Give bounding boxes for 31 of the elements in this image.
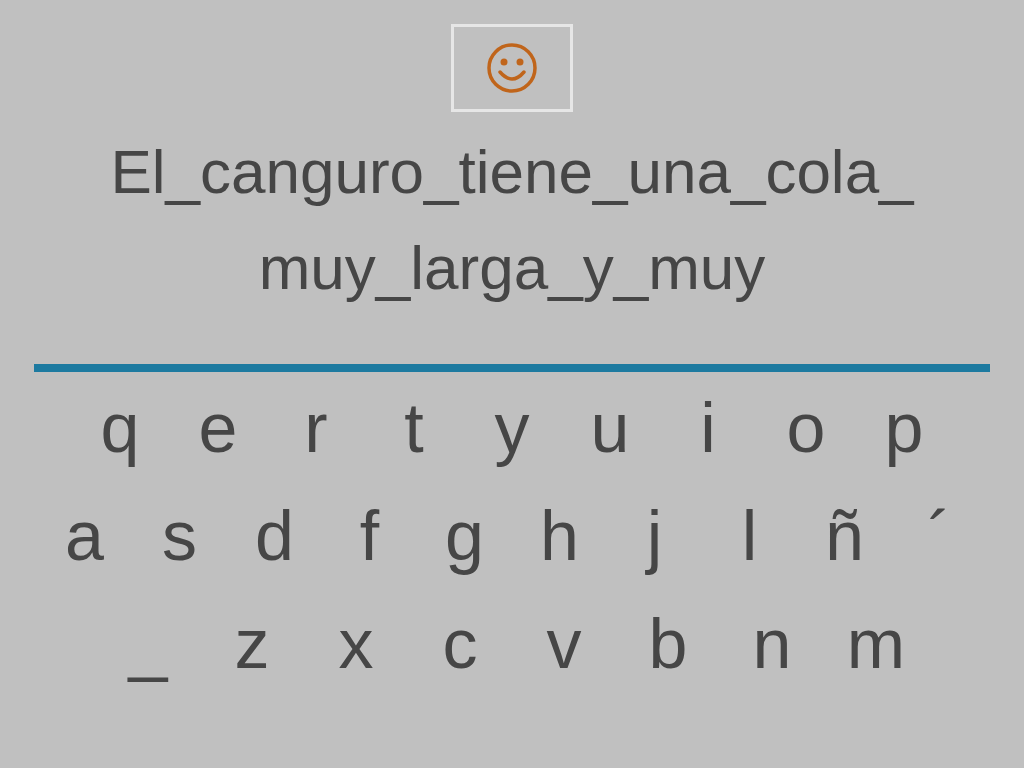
- letter-key[interactable]: ñ: [797, 484, 892, 588]
- letter-key[interactable]: p: [855, 376, 953, 480]
- letter-key[interactable]: s: [132, 484, 227, 588]
- letter-key[interactable]: l: [702, 484, 797, 588]
- letter-key[interactable]: q: [71, 376, 169, 480]
- letter-key[interactable]: b: [616, 592, 720, 696]
- letter-key[interactable]: u: [561, 376, 659, 480]
- letter-key[interactable]: ´: [892, 484, 987, 588]
- letter-key[interactable]: z: [200, 592, 304, 696]
- sentence-line: El_canguro_tiene_una_cola_: [110, 136, 914, 208]
- letter-key[interactable]: c: [408, 592, 512, 696]
- letter-key[interactable]: r: [267, 376, 365, 480]
- letter-key[interactable]: t: [365, 376, 463, 480]
- letter-key[interactable]: y: [463, 376, 561, 480]
- letter-key[interactable]: e: [169, 376, 267, 480]
- smiley-box[interactable]: [451, 24, 573, 112]
- letter-key[interactable]: i: [659, 376, 757, 480]
- letter-key[interactable]: _: [96, 592, 200, 696]
- letter-key[interactable]: j: [607, 484, 702, 588]
- letter-key[interactable]: v: [512, 592, 616, 696]
- letter-key[interactable]: h: [512, 484, 607, 588]
- letter-key[interactable]: o: [757, 376, 855, 480]
- letter-key[interactable]: m: [824, 592, 928, 696]
- letter-key[interactable]: x: [304, 592, 408, 696]
- letter-key[interactable]: g: [417, 484, 512, 588]
- sentence-line: muy_larga_y_muy: [258, 232, 766, 304]
- smiley-icon: [486, 42, 538, 94]
- letter-key[interactable]: n: [720, 592, 824, 696]
- letter-key[interactable]: f: [322, 484, 417, 588]
- letter-key[interactable]: d: [227, 484, 322, 588]
- letter-key[interactable]: a: [37, 484, 132, 588]
